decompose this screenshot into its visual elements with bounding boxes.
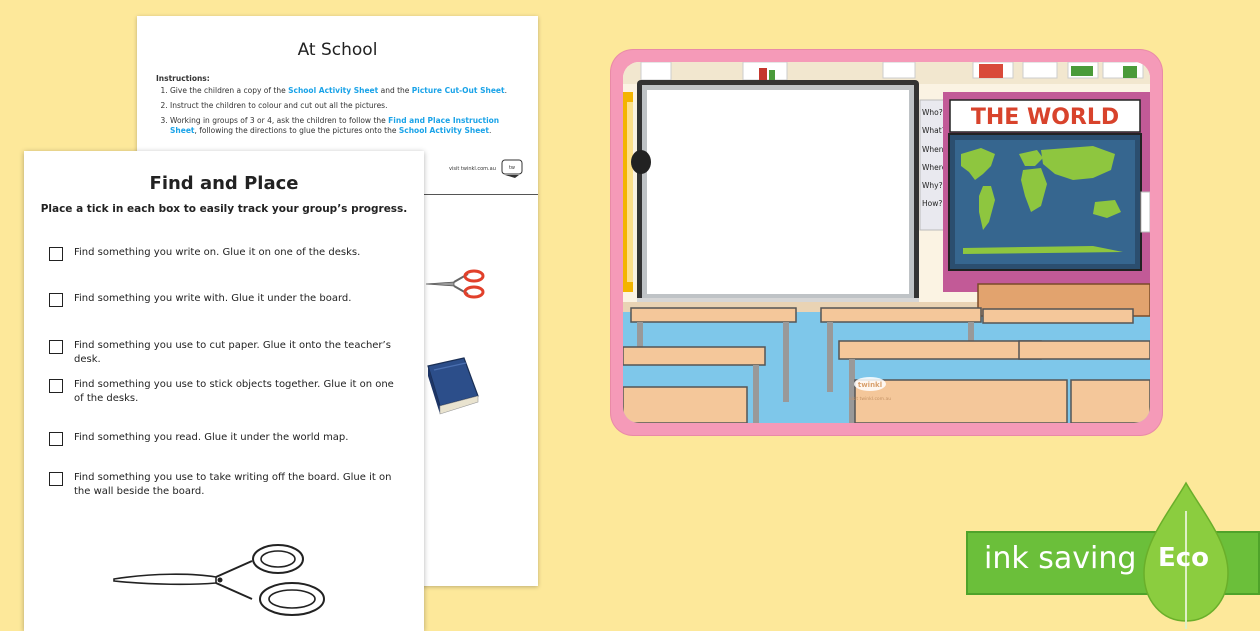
school-activity-sheet-link[interactable]: School Activity Sheet (288, 86, 378, 95)
task-checkbox[interactable] (49, 432, 63, 446)
task-text: Find something you write with. Glue it u… (74, 293, 352, 304)
scissors-outline-icon (113, 544, 325, 616)
task-item: Find something you write with. Glue it u… (49, 292, 399, 307)
instructions: Instructions: Give the children a copy o… (156, 74, 528, 141)
red-scissors-icon (425, 269, 485, 299)
svg-text:tw: tw (509, 165, 515, 171)
task-checkbox[interactable] (49, 379, 63, 393)
picture-cut-out-sheet-link[interactable]: Picture Cut-Out Sheet (412, 86, 505, 95)
instruction-step-1: Give the children a copy of the School A… (170, 86, 528, 96)
ink-saving-label: ink saving (984, 541, 1137, 576)
at-school-title: At School (297, 40, 378, 60)
book-icon (427, 357, 479, 415)
school-activity-sheet-link-2[interactable]: School Activity Sheet (399, 126, 489, 135)
task-text: Find something you read. Glue it under t… (74, 432, 349, 443)
classroom-illustration: Who? What? When? Where? Why? How? THE WO… (623, 62, 1150, 423)
classroom-picture-frame: Who? What? When? Where? Why? How? THE WO… (611, 50, 1162, 435)
task-checkbox[interactable] (49, 293, 63, 307)
question-what: What? (922, 126, 946, 135)
question-how: How? (922, 199, 942, 208)
task-item: Find something you read. Glue it under t… (49, 431, 399, 446)
map-title: THE WORLD (971, 105, 1119, 130)
instructions-heading: Instructions: (156, 74, 210, 83)
task-item: Find something you write on. Glue it on … (49, 246, 399, 261)
question-who: Who? (922, 108, 943, 117)
instruction-step-2: Instruct the children to colour and cut … (170, 101, 528, 111)
task-item: Find something you use to take writing o… (49, 471, 399, 499)
find-and-place-subtitle: Place a tick in each box to easily track… (40, 203, 408, 215)
task-text: Find something you use to take writing o… (74, 472, 392, 497)
task-checkbox[interactable] (49, 340, 63, 354)
eco-label: Eco (1158, 543, 1210, 573)
instructions-list: Give the children a copy of the School A… (156, 86, 528, 136)
task-checkbox[interactable] (49, 472, 63, 486)
watermark-url: visit twinkl.com.au (849, 396, 891, 402)
find-and-place-title: Find and Place (149, 173, 299, 194)
task-item: Find something you use to cut paper. Glu… (49, 339, 399, 367)
watermark-text: twinkl (858, 381, 882, 389)
task-text: Find something you use to stick objects … (74, 379, 394, 404)
task-item: Find something you use to stick objects … (49, 378, 399, 406)
twinkl-logo-icon: tw (501, 159, 523, 178)
task-text: Find something you write on. Glue it on … (74, 247, 361, 258)
instruction-step-3: Working in groups of 3 or 4, ask the chi… (170, 116, 528, 136)
task-text: Find something you use to cut paper. Glu… (74, 340, 391, 365)
find-and-place-sheet: Find and Place Place a tick in each box … (24, 151, 424, 631)
footer-url: visit twinkl.com.au (449, 166, 496, 172)
task-checkbox[interactable] (49, 247, 63, 261)
question-why: Why? (922, 181, 943, 190)
